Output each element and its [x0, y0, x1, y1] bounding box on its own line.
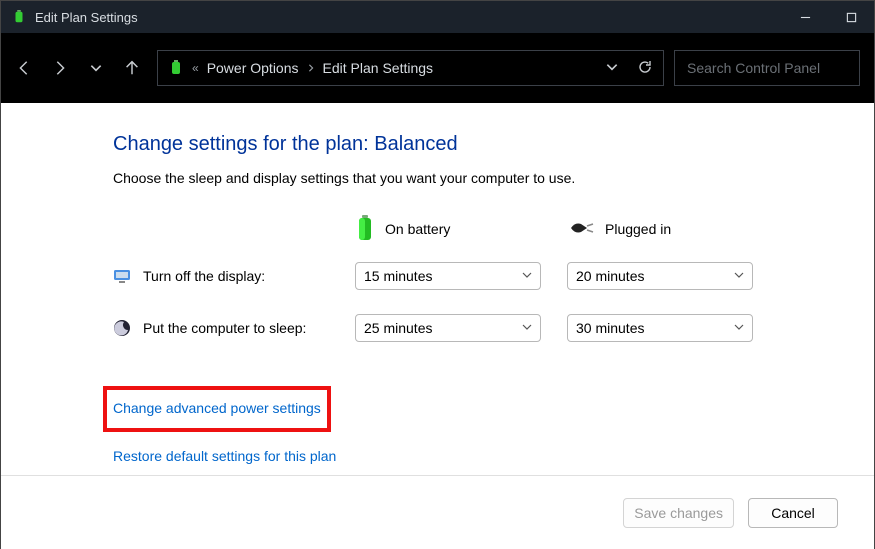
page-description: Choose the sleep and display settings th…	[113, 170, 854, 186]
address-dropdown-icon[interactable]	[605, 60, 619, 77]
button-label: Save changes	[634, 505, 723, 521]
chevron-down-icon	[522, 322, 532, 335]
refresh-icon[interactable]	[637, 59, 653, 78]
display-plugged-dropdown[interactable]: 20 minutes	[567, 262, 753, 290]
row-label-text: Put the computer to sleep:	[143, 320, 306, 336]
dropdown-value: 15 minutes	[364, 268, 432, 284]
breadcrumb-item[interactable]: Edit Plan Settings	[323, 60, 434, 76]
dropdown-value: 20 minutes	[576, 268, 644, 284]
chevron-down-icon	[522, 270, 532, 283]
chevron-left-icon: «	[192, 61, 199, 75]
sleep-battery-dropdown[interactable]: 25 minutes	[355, 314, 541, 342]
restore-defaults-link[interactable]: Restore default settings for this plan	[113, 448, 854, 464]
column-header-label: On battery	[385, 221, 450, 237]
plug-icon	[567, 220, 595, 239]
footer: Save changes Cancel	[1, 475, 874, 549]
column-header-plugged: Plugged in	[567, 208, 763, 250]
save-changes-button: Save changes	[623, 498, 734, 528]
column-header-label: Plugged in	[605, 221, 671, 237]
chevron-right-icon	[307, 61, 315, 75]
battery-icon	[168, 60, 184, 76]
advanced-power-settings-link[interactable]: Change advanced power settings	[113, 400, 321, 416]
recent-dropdown-icon[interactable]	[87, 59, 105, 77]
monitor-icon	[113, 267, 131, 285]
row-label-sleep: Put the computer to sleep:	[113, 302, 339, 354]
forward-button[interactable]	[51, 59, 69, 77]
moon-icon	[113, 319, 131, 337]
battery-icon	[355, 214, 375, 245]
minimize-button[interactable]	[782, 1, 828, 33]
breadcrumb-item[interactable]: Power Options	[207, 60, 299, 76]
battery-icon	[11, 9, 27, 25]
cancel-button[interactable]: Cancel	[748, 498, 838, 528]
maximize-button[interactable]	[828, 1, 874, 33]
main-panel: Change settings for the plan: Balanced C…	[1, 103, 874, 464]
highlighted-link-box: Change advanced power settings	[103, 386, 331, 432]
page-title: Change settings for the plan: Balanced	[113, 133, 854, 156]
chevron-down-icon	[734, 322, 744, 335]
settings-grid: On battery Plugged in Turn off the displ…	[113, 208, 854, 354]
button-label: Cancel	[771, 505, 815, 521]
links-section: Change advanced power settings Restore d…	[113, 386, 854, 464]
nav-arrows	[15, 59, 141, 77]
row-label-text: Turn off the display:	[143, 268, 265, 284]
address-bar[interactable]: « Power Options Edit Plan Settings	[157, 50, 664, 86]
column-header-battery: On battery	[355, 208, 551, 250]
up-button[interactable]	[123, 59, 141, 77]
search-box[interactable]	[674, 50, 860, 86]
search-input[interactable]	[687, 60, 847, 76]
row-label-display: Turn off the display:	[113, 250, 339, 302]
window-titlebar: Edit Plan Settings	[1, 1, 874, 33]
sleep-plugged-dropdown[interactable]: 30 minutes	[567, 314, 753, 342]
chevron-down-icon	[734, 270, 744, 283]
back-button[interactable]	[15, 59, 33, 77]
window-title: Edit Plan Settings	[35, 10, 138, 25]
navbar: « Power Options Edit Plan Settings	[1, 33, 874, 103]
window-controls	[782, 1, 874, 33]
dropdown-value: 30 minutes	[576, 320, 644, 336]
dropdown-value: 25 minutes	[364, 320, 432, 336]
display-battery-dropdown[interactable]: 15 minutes	[355, 262, 541, 290]
